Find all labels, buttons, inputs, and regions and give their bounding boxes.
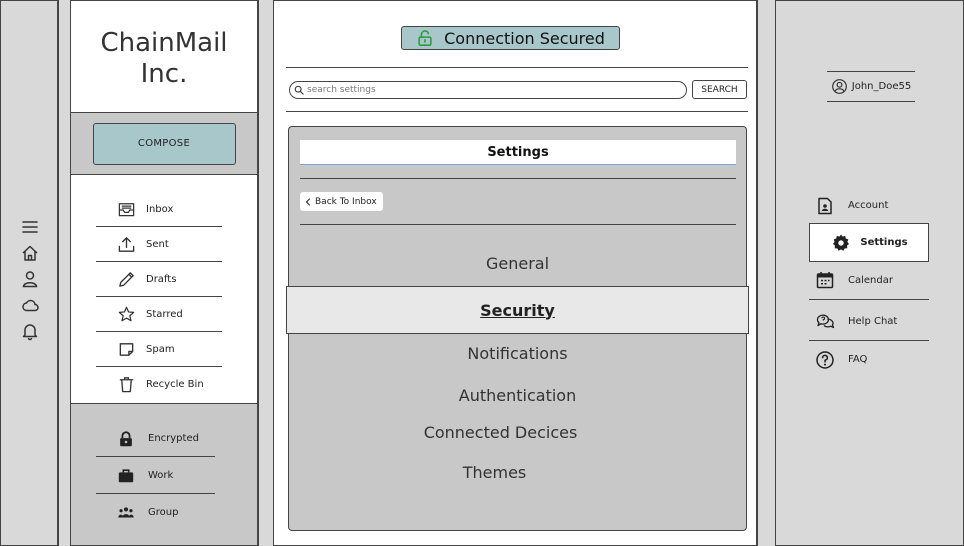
label-item-text: Work [148,470,174,481]
settings-item-connected-devices[interactable]: Connected Decices [272,423,729,442]
divider [300,224,736,225]
brand-line-1: ChainMail [100,27,228,58]
nav-item-settings[interactable]: Settings [809,223,929,262]
lock-icon [116,429,136,449]
settings-item-notifications[interactable]: Notifications [289,344,746,363]
divider [300,178,736,179]
nav-item-calendar[interactable]: Calendar [809,261,929,300]
gutter-middle-right [757,0,775,546]
chat-icon [814,310,836,332]
bell-icon[interactable] [20,321,40,341]
mailbox-item-label: Sent [146,239,169,250]
divider [286,67,748,68]
question-icon [814,349,836,371]
mailbox-item-sent[interactable]: Sent [96,227,222,262]
icon-rail [0,0,58,546]
compose-area: COMPOSE [71,113,257,175]
mailbox-item-spam[interactable]: Spam [96,332,222,367]
group-icon [116,503,136,523]
spam-icon [116,340,136,360]
settings-title: Settings [300,140,736,165]
username: John_Doe55 [851,81,912,92]
nav-item-label: Account [848,200,889,211]
mailbox-list: Inbox Sent Drafts Starred Spam Recycle B… [71,175,257,403]
label-item-encrypted[interactable]: Encrypted [96,420,215,457]
settings-item-security[interactable]: Security [286,286,749,334]
nav-item-label: Help Chat [848,315,898,327]
mailbox-item-label: Inbox [146,204,174,215]
back-to-inbox-button[interactable]: Back To Inbox [300,192,383,211]
gutter-left [58,0,70,546]
nav-item-faq[interactable]: FAQ [809,340,929,379]
back-to-inbox-label: Back To Inbox [315,196,377,207]
settings-item-themes[interactable]: Themes [266,463,723,482]
search-placeholder: search settings [307,85,376,95]
account-icon [814,195,836,217]
home-icon[interactable] [20,243,40,263]
connection-status-badge: Connection Secured [401,26,620,50]
settings-item-authentication[interactable]: Authentication [289,386,746,405]
menu-icon[interactable] [20,217,40,237]
user-avatar-icon [831,79,847,94]
inbox-icon [116,200,136,220]
chevron-left-icon [305,197,311,206]
mailbox-item-inbox[interactable]: Inbox [96,192,222,227]
mailbox-item-label: Starred [146,309,183,320]
search-icon [294,85,304,95]
label-item-group[interactable]: Group [96,494,215,531]
user-icon[interactable] [20,269,40,289]
star-icon [116,305,136,325]
sent-icon [116,235,136,255]
labels-section: Encrypted Work Group [71,403,257,545]
mailbox-item-recycle-bin[interactable]: Recycle Bin [96,367,217,402]
mailbox-item-starred[interactable]: Starred [96,297,222,332]
search-input[interactable]: search settings [289,81,687,99]
nav-item-label: FAQ [848,354,868,365]
unlock-icon [418,30,432,46]
settings-item-general[interactable]: General [289,254,746,273]
nav-item-help-chat[interactable]: Help Chat [809,302,929,341]
divider [286,111,748,112]
label-item-text: Encrypted [148,433,199,444]
cloud-icon[interactable] [20,295,40,315]
nav-item-label: Calendar [848,274,893,286]
right-sidebar: John_Doe55 Account Settings Calendar Hel… [775,0,964,546]
mailbox-item-label: Recycle Bin [146,379,204,390]
gear-icon [830,232,852,254]
connection-status-text: Connection Secured [444,28,605,48]
calendar-icon [814,269,836,291]
mailbox-item-label: Drafts [146,274,177,285]
settings-panel: Settings Back To Inbox General Security … [286,126,749,531]
nav-item-label: Settings [860,237,908,248]
label-item-work[interactable]: Work [96,457,215,494]
pencil-icon [116,270,136,290]
rail-icons [17,217,43,341]
search-button[interactable]: SEARCH [692,80,747,99]
compose-button[interactable]: COMPOSE [92,122,236,165]
briefcase-icon [116,466,136,486]
brand-logo: ChainMail Inc. [71,1,257,113]
user-account[interactable]: John_Doe55 [827,71,915,102]
left-sidebar: ChainMail Inc. COMPOSE Inbox Sent Drafts… [70,0,258,546]
main-content: Connection Secured search settings SEARC… [273,0,757,546]
mailbox-item-drafts[interactable]: Drafts [96,262,222,297]
mailbox-item-label: Spam [146,344,175,355]
nav-item-account[interactable]: Account [809,186,929,225]
brand-line-2: Inc. [140,58,188,89]
trash-icon [116,375,136,395]
label-item-text: Group [148,507,179,518]
